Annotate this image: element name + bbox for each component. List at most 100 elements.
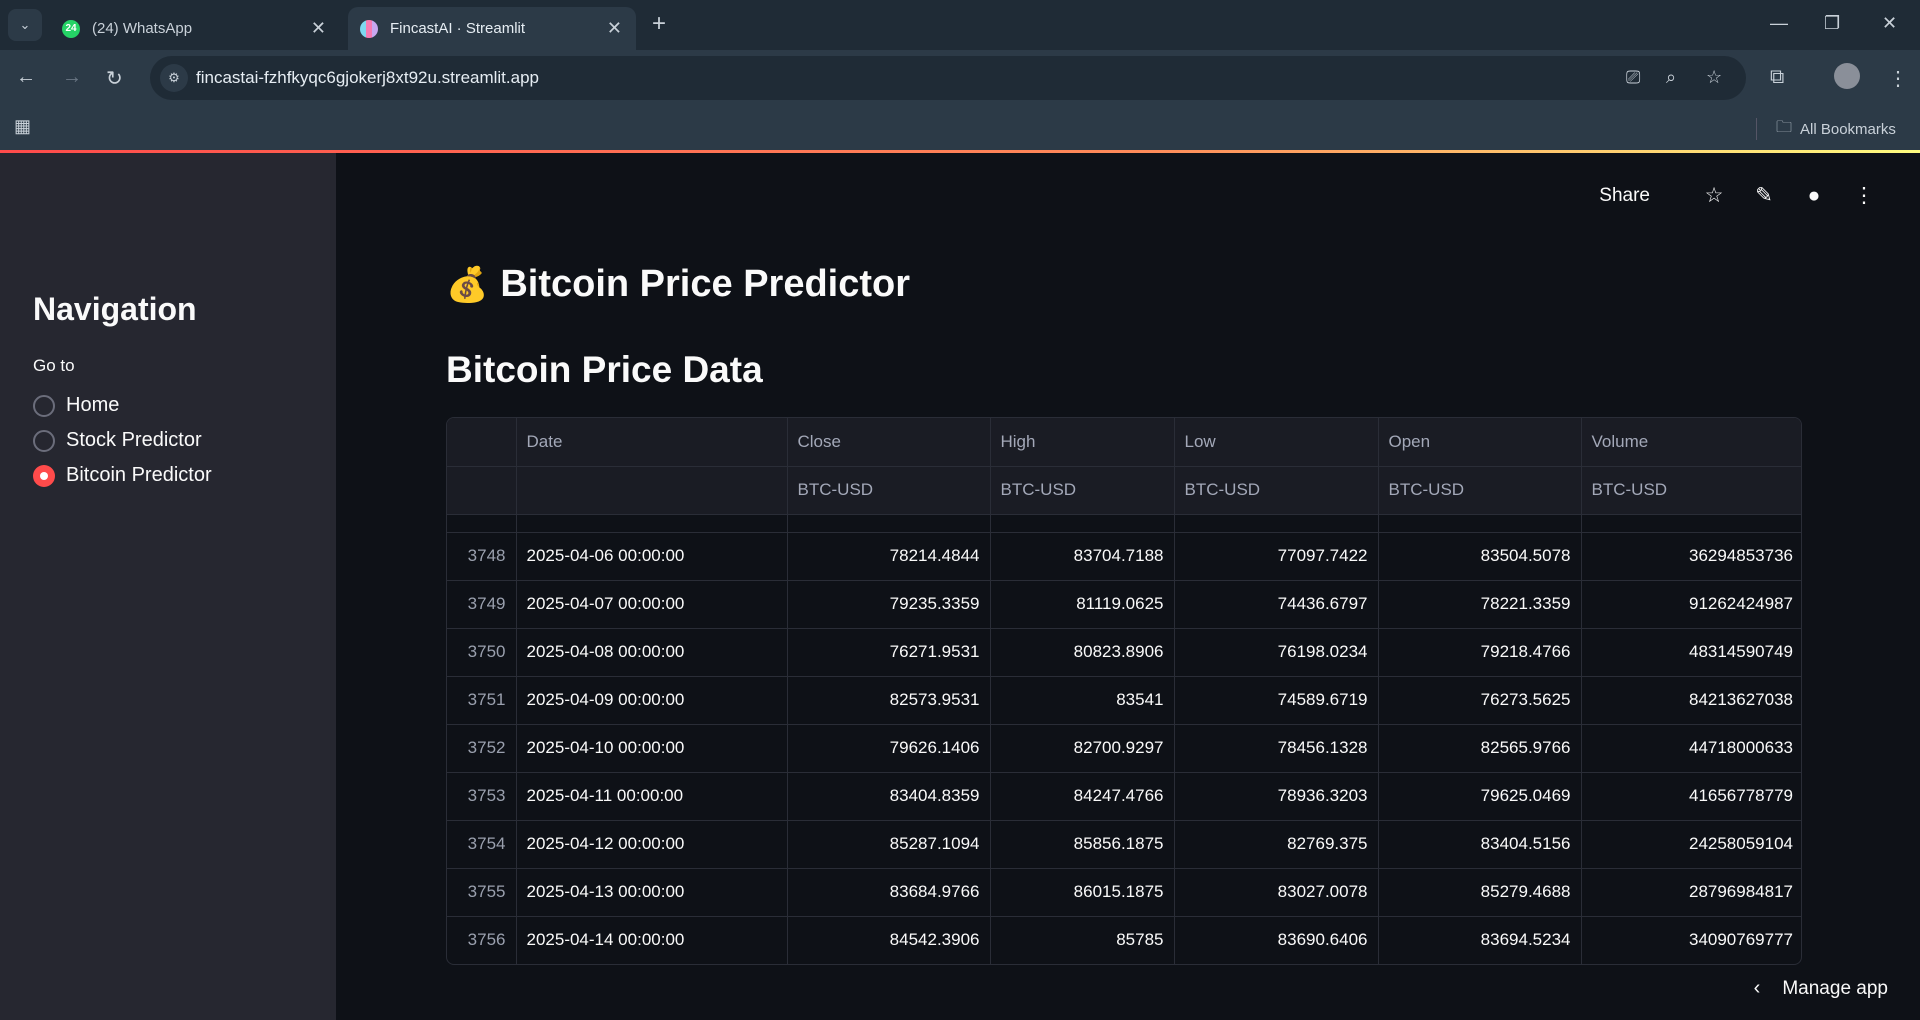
more-menu-icon[interactable]: ⋮ bbox=[1852, 183, 1876, 208]
table-cell[interactable]: 83684.9766 bbox=[787, 868, 991, 917]
radio-circle-selected[interactable] bbox=[33, 464, 55, 487]
back-icon[interactable]: ← bbox=[16, 66, 36, 89]
table-cell[interactable]: 82769.375 bbox=[1174, 820, 1379, 869]
table-row[interactable]: 3749 2025-04-07 00:00:00 79235.3359 81119.0… bbox=[447, 580, 1801, 629]
table-cell[interactable]: 84542.3906 bbox=[787, 916, 991, 964]
close-tab-icon[interactable]: ✕ bbox=[607, 19, 622, 37]
table-cell[interactable]: 28796984817 bbox=[1581, 868, 1801, 917]
table-cell[interactable]: 48314590749 bbox=[1581, 628, 1801, 677]
radio-circle[interactable] bbox=[33, 394, 55, 417]
table-cell[interactable]: 84247.4766 bbox=[990, 772, 1175, 821]
table-cell[interactable]: 76198.0234 bbox=[1174, 628, 1379, 677]
zoom-icon[interactable]: ⌕ bbox=[1666, 67, 1676, 88]
table-cell[interactable]: 83504.5078 bbox=[1378, 532, 1582, 581]
column-header[interactable]: High bbox=[990, 418, 1175, 467]
table-cell[interactable]: 79625.0469 bbox=[1378, 772, 1582, 821]
radio-bitcoin-predictor[interactable]: Bitcoin Predictor bbox=[33, 464, 212, 487]
table-cell[interactable]: 2025-04-07 00:00:00 bbox=[516, 580, 788, 629]
share-button[interactable]: Share bbox=[1599, 185, 1650, 207]
table-cell[interactable]: 83694.5234 bbox=[1378, 916, 1582, 964]
table-cell[interactable]: 2025-04-06 00:00:00 bbox=[516, 532, 788, 581]
reload-icon[interactable]: ↻ bbox=[106, 66, 123, 91]
table-cell[interactable]: 86015.1875 bbox=[990, 868, 1175, 917]
table-cell[interactable]: 82565.9766 bbox=[1378, 724, 1582, 773]
table-row[interactable]: 3750 2025-04-08 00:00:00 76271.9531 80823.8… bbox=[447, 628, 1801, 677]
column-header[interactable]: Open bbox=[1378, 418, 1582, 467]
url-text[interactable]: fincastai-fzhfkyqc6gjokerj8xt92u.streaml… bbox=[196, 68, 539, 88]
table-cell[interactable]: 24258059104 bbox=[1581, 820, 1801, 869]
table-cell[interactable]: 76273.5625 bbox=[1378, 676, 1582, 725]
manage-app-button[interactable]: ‹ Manage app bbox=[1754, 977, 1888, 1000]
table-row[interactable]: 3756 2025-04-14 00:00:00 84542.3906 85785 83… bbox=[447, 916, 1801, 964]
table-cell[interactable]: 2025-04-09 00:00:00 bbox=[516, 676, 788, 725]
table-cell[interactable]: 85856.1875 bbox=[990, 820, 1175, 869]
table-cell[interactable]: 76271.9531 bbox=[787, 628, 991, 677]
table-cell[interactable]: 83541 bbox=[990, 676, 1175, 725]
browser-menu-icon[interactable]: ⋮ bbox=[1888, 66, 1908, 91]
column-header[interactable]: Low bbox=[1174, 418, 1379, 467]
table-cell[interactable]: 41656778779 bbox=[1581, 772, 1801, 821]
column-header[interactable]: Close bbox=[787, 418, 991, 467]
star-icon[interactable]: ☆ bbox=[1702, 183, 1726, 208]
table-row[interactable]: 3755 2025-04-13 00:00:00 83684.9766 86015.1… bbox=[447, 868, 1801, 917]
column-header[interactable]: Volume bbox=[1581, 418, 1801, 467]
table-cell[interactable]: 83404.8359 bbox=[787, 772, 991, 821]
table-cell[interactable]: 79235.3359 bbox=[787, 580, 991, 629]
table-cell[interactable]: 78456.1328 bbox=[1174, 724, 1379, 773]
table-cell[interactable]: 83404.5156 bbox=[1378, 820, 1582, 869]
table-cell[interactable]: 74436.6797 bbox=[1174, 580, 1379, 629]
radio-circle[interactable] bbox=[33, 429, 55, 452]
github-icon[interactable]: ● bbox=[1802, 184, 1826, 208]
table-cell[interactable]: 74589.6719 bbox=[1174, 676, 1379, 725]
table-cell[interactable]: 2025-04-10 00:00:00 bbox=[516, 724, 788, 773]
edit-icon[interactable]: ✎ bbox=[1752, 183, 1776, 208]
table-row[interactable]: 3752 2025-04-10 00:00:00 79626.1406 82700.9… bbox=[447, 724, 1801, 773]
table-cell[interactable]: 2025-04-11 00:00:00 bbox=[516, 772, 788, 821]
restore-icon[interactable]: ❐ bbox=[1824, 13, 1840, 34]
table-cell[interactable]: 78936.3203 bbox=[1174, 772, 1379, 821]
address-bar[interactable]: ⚙ fincastai-fzhfkyqc6gjokerj8xt92u.strea… bbox=[150, 56, 1746, 100]
tab-search-button[interactable]: ⌄ bbox=[8, 9, 42, 41]
table-cell[interactable]: 80823.8906 bbox=[990, 628, 1175, 677]
extensions-icon[interactable]: ⧉ bbox=[1770, 66, 1784, 89]
table-cell[interactable]: 83690.6406 bbox=[1174, 916, 1379, 964]
table-row[interactable]: 3751 2025-04-09 00:00:00 82573.9531 83541 74… bbox=[447, 676, 1801, 725]
close-window-icon[interactable]: ✕ bbox=[1882, 13, 1897, 34]
table-cell[interactable]: 84213627038 bbox=[1581, 676, 1801, 725]
table-row[interactable]: 3748 2025-04-06 00:00:00 78214.4844 83704.7… bbox=[447, 532, 1801, 581]
table-cell[interactable]: 78221.3359 bbox=[1378, 580, 1582, 629]
profile-avatar[interactable] bbox=[1834, 63, 1860, 89]
tab-fincastai[interactable]: FincastAI · Streamlit ✕ bbox=[348, 7, 636, 50]
radio-home[interactable]: Home bbox=[33, 394, 119, 417]
table-cell[interactable]: 81119.0625 bbox=[990, 580, 1175, 629]
table-cell[interactable]: 2025-04-13 00:00:00 bbox=[516, 868, 788, 917]
bookmark-star-icon[interactable]: ☆ bbox=[1706, 67, 1722, 88]
table-cell[interactable]: 79218.4766 bbox=[1378, 628, 1582, 677]
table-cell[interactable]: 85287.1094 bbox=[787, 820, 991, 869]
table-cell[interactable]: 34090769777 bbox=[1581, 916, 1801, 964]
table-cell[interactable]: 77097.7422 bbox=[1174, 532, 1379, 581]
column-header[interactable] bbox=[447, 418, 517, 467]
minimize-icon[interactable]: — bbox=[1770, 13, 1788, 34]
table-cell[interactable]: 36294853736 bbox=[1581, 532, 1801, 581]
table-cell[interactable]: 83027.0078 bbox=[1174, 868, 1379, 917]
install-app-icon[interactable]: ⎚ bbox=[1626, 67, 1640, 88]
table-cell[interactable]: 85279.4688 bbox=[1378, 868, 1582, 917]
radio-stock-predictor[interactable]: Stock Predictor bbox=[33, 429, 202, 452]
price-data-table[interactable]: Date Close High Low Open Volume BTC-USD BTC-US… bbox=[446, 417, 1802, 965]
table-cell[interactable]: 78214.4844 bbox=[787, 532, 991, 581]
table-cell[interactable]: 44718000633 bbox=[1581, 724, 1801, 773]
table-cell[interactable]: 82700.9297 bbox=[990, 724, 1175, 773]
table-cell[interactable]: 85785 bbox=[990, 916, 1175, 964]
all-bookmarks-button[interactable]: 🗀 All Bookmarks bbox=[1776, 116, 1896, 143]
table-cell[interactable]: 2025-04-14 00:00:00 bbox=[516, 916, 788, 964]
new-tab-button[interactable]: + bbox=[652, 11, 666, 37]
table-row[interactable]: 3753 2025-04-11 00:00:00 83404.8359 84247.4… bbox=[447, 772, 1801, 821]
table-row[interactable]: 3754 2025-04-12 00:00:00 85287.1094 85856.1… bbox=[447, 820, 1801, 869]
apps-grid-icon[interactable]: ▦ bbox=[14, 116, 31, 137]
table-cell[interactable]: 79626.1406 bbox=[787, 724, 991, 773]
forward-icon[interactable]: → bbox=[62, 66, 82, 89]
site-settings-icon[interactable]: ⚙ bbox=[160, 64, 188, 92]
table-cell[interactable]: 82573.9531 bbox=[787, 676, 991, 725]
table-cell[interactable]: 2025-04-12 00:00:00 bbox=[516, 820, 788, 869]
